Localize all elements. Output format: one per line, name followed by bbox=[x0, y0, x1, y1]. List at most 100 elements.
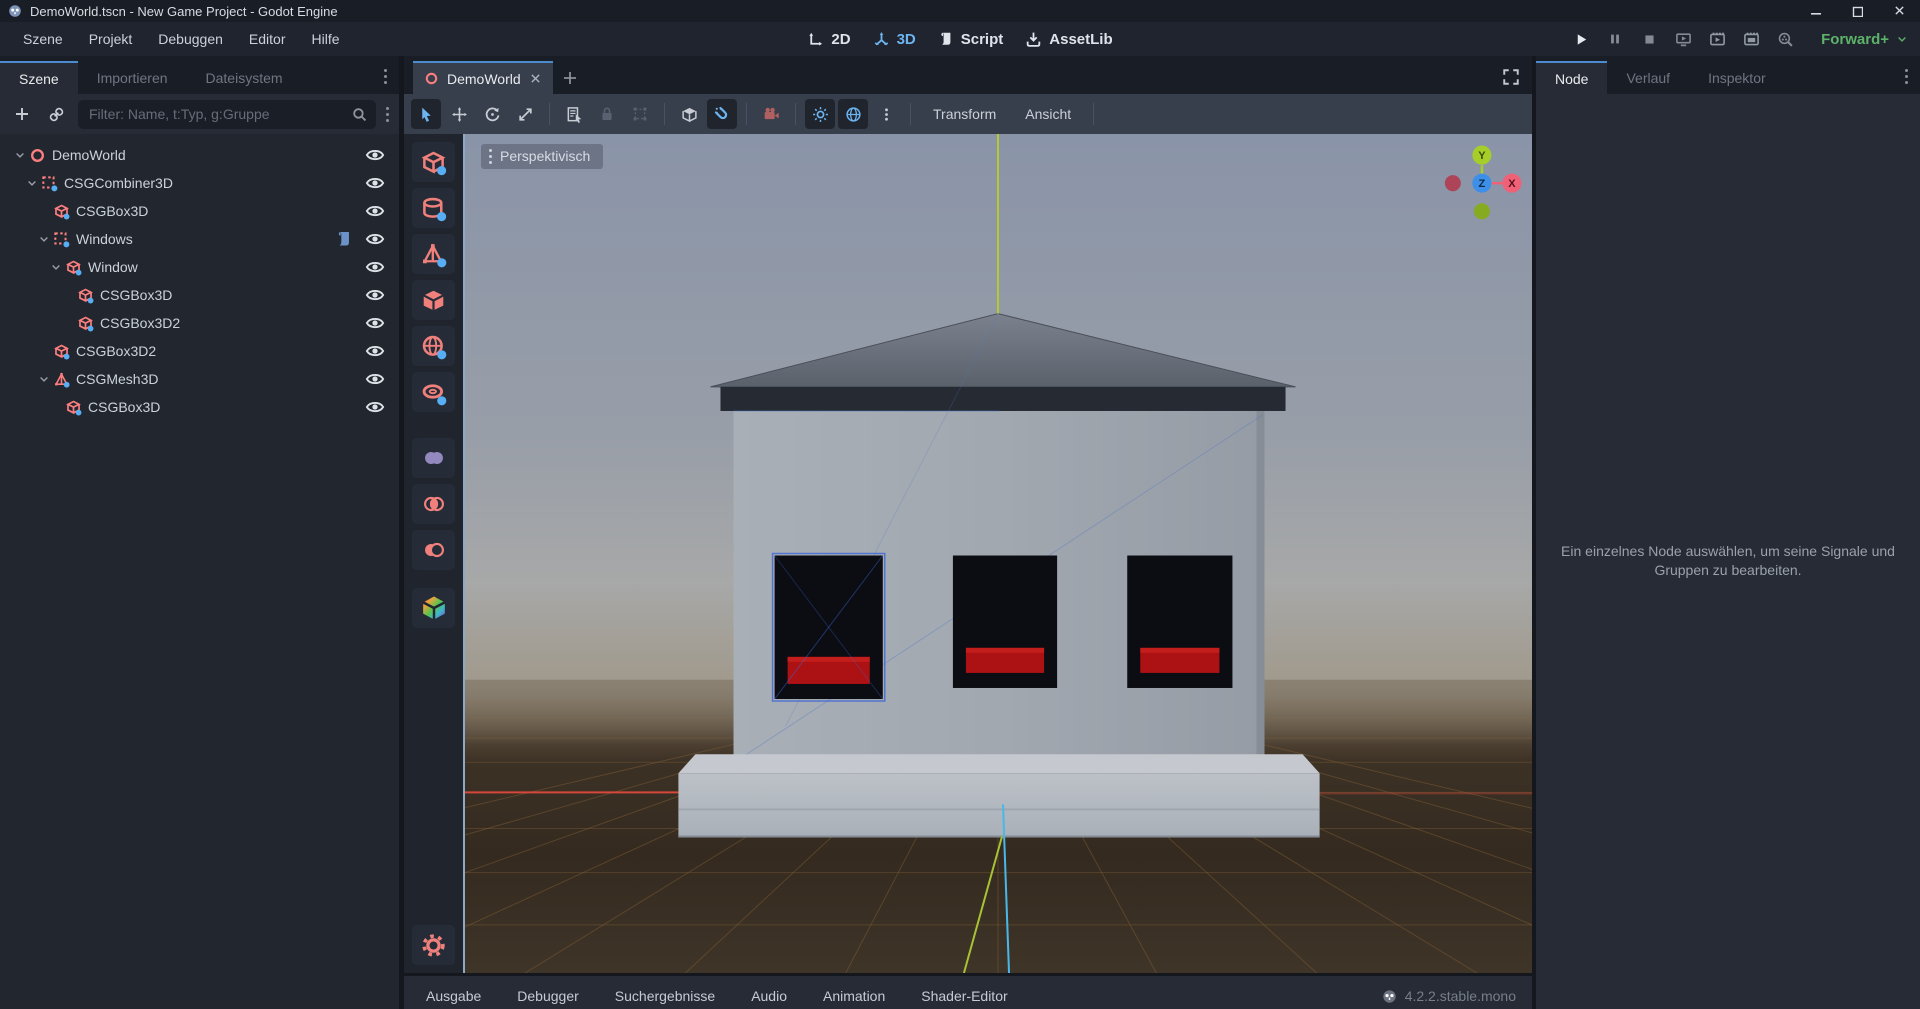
menu-projekt[interactable]: Projekt bbox=[78, 27, 144, 51]
tab-node[interactable]: Node bbox=[1536, 61, 1607, 94]
maximize-button[interactable] bbox=[1851, 5, 1863, 17]
move-tool-button[interactable] bbox=[444, 99, 474, 129]
viewport-canvas[interactable]: Y Z X bbox=[465, 134, 1532, 973]
menu-editor[interactable]: Editor bbox=[238, 27, 297, 51]
menu-hilfe[interactable]: Hilfe bbox=[300, 27, 350, 51]
add-node-button[interactable] bbox=[10, 102, 34, 126]
bottom-tab-ausgabe[interactable]: Ausgabe bbox=[426, 988, 481, 1004]
tree-row[interactable]: CSGBox3D2 bbox=[0, 309, 399, 337]
csg-torus-button[interactable] bbox=[412, 372, 455, 412]
csg-sphere-button[interactable] bbox=[412, 326, 455, 366]
tree-row[interactable]: DemoWorld bbox=[0, 141, 399, 169]
gizmo-neg-y[interactable] bbox=[1474, 203, 1490, 219]
lock-button[interactable] bbox=[592, 99, 622, 129]
expander-icon[interactable] bbox=[50, 261, 65, 273]
list-select-button[interactable] bbox=[559, 99, 589, 129]
visibility-toggle[interactable] bbox=[365, 229, 385, 249]
csg-mesh-button[interactable] bbox=[412, 234, 455, 274]
tree-row[interactable]: CSGBox3D bbox=[0, 281, 399, 309]
play-button[interactable] bbox=[1569, 28, 1593, 50]
close-tab-icon[interactable] bbox=[529, 72, 542, 85]
expander-icon[interactable] bbox=[38, 233, 53, 245]
3d-viewport[interactable]: Y Z X Perspektivisch bbox=[463, 134, 1532, 973]
visibility-toggle[interactable] bbox=[365, 145, 385, 165]
visibility-toggle[interactable] bbox=[365, 173, 385, 193]
visibility-toggle[interactable] bbox=[365, 313, 385, 333]
extra-options-menu[interactable] bbox=[871, 99, 901, 129]
visibility-toggle[interactable] bbox=[365, 201, 385, 221]
menu-szene[interactable]: Szene bbox=[12, 27, 74, 51]
tree-row[interactable]: Window bbox=[0, 253, 399, 281]
distraction-free-mode-button[interactable] bbox=[1502, 68, 1520, 86]
preview-environment-toggle[interactable] bbox=[838, 99, 868, 129]
select-tool-button[interactable] bbox=[411, 99, 441, 129]
gridmap-button[interactable] bbox=[412, 588, 455, 628]
rotate-tool-button[interactable] bbox=[477, 99, 507, 129]
tab-inspektor[interactable]: Inspektor bbox=[1689, 61, 1785, 94]
run-movie-scene-button[interactable] bbox=[1705, 28, 1729, 50]
tree-row[interactable]: Windows bbox=[0, 225, 399, 253]
dock-options-menu[interactable] bbox=[384, 69, 387, 84]
visibility-toggle[interactable] bbox=[365, 341, 385, 361]
movie-folder-button[interactable] bbox=[1739, 28, 1763, 50]
bottom-tab-audio[interactable]: Audio bbox=[751, 988, 787, 1004]
bottom-tab-suchergebnisse[interactable]: Suchergebnisse bbox=[615, 988, 715, 1004]
workspace-assetlib-button[interactable]: AssetLib bbox=[1025, 31, 1112, 48]
movie-maker-toggle[interactable] bbox=[1773, 28, 1797, 50]
workspace-script-button[interactable]: Script bbox=[938, 31, 1004, 48]
group-button[interactable] bbox=[625, 99, 655, 129]
csg-cylinder-button[interactable] bbox=[412, 188, 455, 228]
bottom-tab-animation[interactable]: Animation bbox=[823, 988, 885, 1004]
scene-tab-demoworld[interactable]: DemoWorld bbox=[413, 61, 553, 94]
attached-script-icon[interactable] bbox=[335, 230, 353, 248]
visibility-toggle[interactable] bbox=[365, 257, 385, 277]
expander-icon[interactable] bbox=[38, 373, 53, 385]
bottom-tab-shader-editor[interactable]: Shader-Editor bbox=[921, 988, 1007, 1004]
preview-sunlight-toggle[interactable] bbox=[805, 99, 835, 129]
renderer-selector[interactable]: Forward+ bbox=[1821, 31, 1908, 48]
ansicht-menu[interactable]: Ansicht bbox=[1012, 106, 1084, 122]
snap-toggle[interactable] bbox=[707, 99, 737, 129]
expander-icon[interactable] bbox=[14, 149, 29, 161]
tab-importieren[interactable]: Importieren bbox=[78, 61, 187, 94]
tab-dateisystem[interactable]: Dateisystem bbox=[187, 61, 302, 94]
csg-subtraction-button[interactable] bbox=[412, 530, 455, 570]
transform-menu[interactable]: Transform bbox=[920, 106, 1009, 122]
csg-intersection-button[interactable] bbox=[412, 484, 455, 524]
new-scene-tab-button[interactable] bbox=[553, 61, 587, 94]
csg-union-button[interactable] bbox=[412, 438, 455, 478]
dock-options-menu[interactable] bbox=[1905, 69, 1908, 84]
tree-row[interactable]: CSGBox3D2 bbox=[0, 337, 399, 365]
pause-button[interactable] bbox=[1603, 28, 1627, 50]
perspective-menu-button[interactable]: Perspektivisch bbox=[481, 144, 603, 169]
close-window-button[interactable] bbox=[1893, 4, 1906, 17]
workspace-2d-button[interactable]: 2D bbox=[807, 31, 850, 48]
scene-tree-options-menu[interactable] bbox=[386, 107, 389, 122]
tree-row[interactable]: CSGCombiner3D bbox=[0, 169, 399, 197]
scale-tool-button[interactable] bbox=[510, 99, 540, 129]
bottom-tab-debugger[interactable]: Debugger bbox=[517, 988, 579, 1004]
visibility-toggle[interactable] bbox=[365, 285, 385, 305]
tree-row[interactable]: CSGBox3D bbox=[0, 197, 399, 225]
remote-debug-button[interactable] bbox=[1671, 28, 1695, 50]
tree-row[interactable]: CSGMesh3D bbox=[0, 365, 399, 393]
workspace-3d-button[interactable]: 3D bbox=[873, 31, 916, 48]
bottom-panel-bar: Ausgabe Debugger Suchergebnisse Audio An… bbox=[404, 976, 1532, 1009]
visibility-toggle[interactable] bbox=[365, 369, 385, 389]
tab-verlauf[interactable]: Verlauf bbox=[1607, 61, 1689, 94]
csg-box-button[interactable] bbox=[412, 142, 455, 182]
csg-settings-button[interactable] bbox=[412, 925, 455, 965]
stop-button[interactable] bbox=[1637, 28, 1661, 50]
gizmo-neg-x[interactable] bbox=[1445, 175, 1461, 191]
menu-debuggen[interactable]: Debuggen bbox=[147, 27, 234, 51]
tree-row[interactable]: CSGBox3D bbox=[0, 393, 399, 421]
expander-icon[interactable] bbox=[26, 177, 41, 189]
minimize-button[interactable] bbox=[1809, 5, 1821, 17]
camera-preview-button[interactable] bbox=[756, 99, 786, 129]
visibility-toggle[interactable] bbox=[365, 397, 385, 417]
local-space-toggle[interactable] bbox=[674, 99, 704, 129]
instance-scene-button[interactable] bbox=[44, 102, 68, 126]
scene-filter-input[interactable] bbox=[78, 100, 376, 129]
tab-szene[interactable]: Szene bbox=[0, 61, 78, 94]
csg-polygon-button[interactable] bbox=[412, 280, 455, 320]
